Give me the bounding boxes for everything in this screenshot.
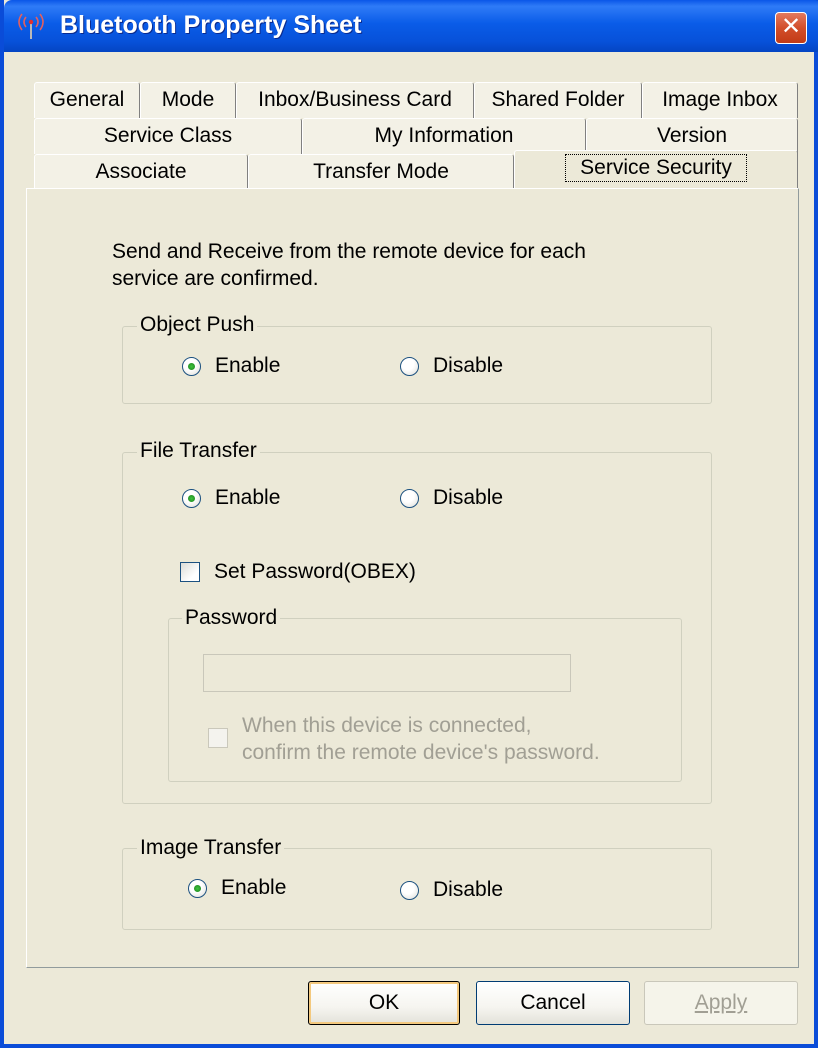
image-transfer-legend: Image Transfer bbox=[137, 836, 285, 860]
title-bar[interactable]: Bluetooth Property Sheet ✕ bbox=[4, 0, 818, 52]
object-push-disable-radio[interactable]: Disable bbox=[400, 354, 503, 378]
radio-unselected-icon bbox=[400, 488, 419, 508]
close-button[interactable]: ✕ bbox=[775, 12, 807, 44]
file-transfer-disable-radio[interactable]: Disable bbox=[400, 486, 503, 510]
checkbox-disabled-icon bbox=[208, 728, 228, 748]
tab-my-information[interactable]: My Information bbox=[302, 118, 586, 154]
checkbox-unchecked-icon bbox=[180, 562, 200, 582]
tab-inbox-business-card[interactable]: Inbox/Business Card bbox=[236, 82, 474, 118]
tab-associate[interactable]: Associate bbox=[34, 154, 248, 190]
confirm-password-checkbox[interactable]: When this device is connected, confirm t… bbox=[208, 712, 600, 766]
set-password-checkbox[interactable]: Set Password(OBEX) bbox=[180, 560, 416, 584]
tab-shared-folder[interactable]: Shared Folder bbox=[474, 82, 642, 118]
property-sheet-window: Bluetooth Property Sheet ✕ General Mode … bbox=[0, 0, 818, 1048]
object-push-legend: Object Push bbox=[137, 313, 258, 337]
image-transfer-disable-radio[interactable]: Disable bbox=[400, 878, 503, 902]
window-title: Bluetooth Property Sheet bbox=[60, 11, 362, 39]
radio-unselected-icon bbox=[400, 356, 419, 376]
image-transfer-enable-radio[interactable]: Enable bbox=[188, 876, 286, 900]
object-push-enable-radio[interactable]: Enable bbox=[182, 354, 280, 378]
tab-general[interactable]: General bbox=[34, 82, 140, 118]
radio-selected-icon bbox=[182, 488, 201, 508]
cancel-button[interactable]: Cancel bbox=[476, 981, 630, 1025]
tab-version[interactable]: Version bbox=[586, 118, 798, 154]
file-transfer-legend: File Transfer bbox=[137, 439, 260, 463]
radio-selected-icon bbox=[182, 356, 201, 376]
tab-service-security[interactable]: Service Security bbox=[514, 150, 798, 190]
radio-unselected-icon bbox=[400, 880, 419, 900]
description-text: Send and Receive from the remote device … bbox=[112, 240, 586, 290]
bluetooth-wireless-icon bbox=[18, 13, 44, 39]
tab-transfer-mode[interactable]: Transfer Mode bbox=[248, 154, 514, 190]
password-legend: Password bbox=[182, 606, 281, 630]
tab-mode[interactable]: Mode bbox=[140, 82, 236, 118]
apply-button[interactable]: Apply bbox=[644, 981, 798, 1025]
tab-service-class[interactable]: Service Class bbox=[34, 118, 302, 154]
radio-selected-icon bbox=[188, 878, 207, 898]
password-input[interactable] bbox=[203, 654, 571, 692]
file-transfer-enable-radio[interactable]: Enable bbox=[182, 486, 280, 510]
ok-button[interactable]: OK bbox=[308, 981, 460, 1025]
tab-image-inbox[interactable]: Image Inbox bbox=[642, 82, 798, 118]
close-icon: ✕ bbox=[780, 13, 802, 40]
